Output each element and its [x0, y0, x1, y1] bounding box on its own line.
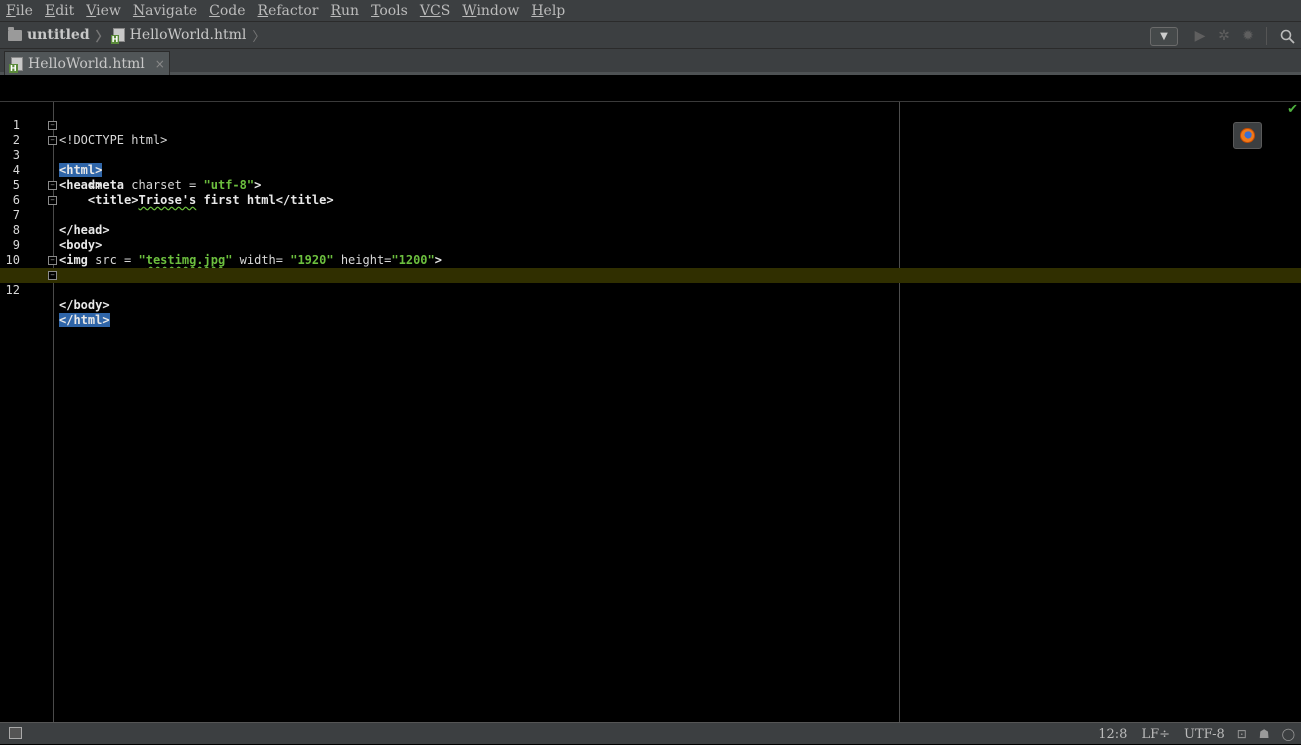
- code-line: 7 − <body>: [0, 193, 1301, 252]
- tool-windows-icon[interactable]: [9, 727, 22, 739]
- editor-header-area: [0, 78, 1301, 101]
- html-close-tag: </html>: [59, 313, 110, 327]
- fold-icon[interactable]: −: [48, 196, 57, 205]
- code-line: 11 − </body>: [0, 253, 1301, 312]
- menu-window[interactable]: Window: [462, 3, 519, 19]
- menu-code[interactable]: Code: [209, 3, 245, 19]
- firefox-icon: [1240, 128, 1255, 143]
- code-text: </html>: [59, 313, 110, 328]
- menu-edit[interactable]: Edit: [45, 3, 74, 19]
- breadcrumb-separator: 〉: [95, 29, 109, 45]
- fold-icon[interactable]: −: [48, 181, 57, 190]
- html-file-icon: [9, 56, 23, 73]
- run-toolbar: ▼ ▶ ✲ ✹: [1150, 25, 1297, 47]
- status-bar: 12:8 LF÷ UTF-8 ⊡ ☗ ◯: [0, 722, 1301, 744]
- coverage-icon[interactable]: ✹: [1238, 26, 1258, 46]
- menu-run[interactable]: Run: [330, 3, 359, 19]
- inspector-icon[interactable]: ☗: [1259, 727, 1270, 741]
- close-icon[interactable]: ×: [155, 57, 165, 71]
- file-encoding[interactable]: UTF-8: [1184, 727, 1225, 742]
- menu-view[interactable]: View: [86, 3, 121, 19]
- toolbar-divider: [1266, 27, 1267, 45]
- run-icon[interactable]: ▶: [1190, 26, 1210, 46]
- menu-tools[interactable]: Tools: [371, 3, 408, 19]
- code-line: 1 <!DOCTYPE html>: [0, 103, 1301, 147]
- menu-vcs[interactable]: VCS: [420, 3, 450, 19]
- breadcrumb-separator: 〉: [252, 29, 266, 45]
- menu-navigate[interactable]: Navigate: [133, 3, 197, 19]
- caret-position[interactable]: 12:8: [1098, 727, 1127, 742]
- tab-helloworld-html[interactable]: HelloWorld.html ×: [4, 51, 170, 75]
- chevron-down-icon: ▼: [1160, 30, 1168, 42]
- code-text: </body>: [59, 298, 110, 313]
- menu-help[interactable]: Help: [531, 3, 565, 19]
- fold-icon[interactable]: −: [48, 136, 57, 145]
- line-number: 12: [5, 283, 20, 297]
- body-close-tag: </body>: [59, 298, 110, 312]
- editor-tab-bar: HelloWorld.html ×: [0, 49, 1301, 75]
- breadcrumb-file[interactable]: HelloWorld.html 〉: [110, 26, 270, 45]
- fold-icon[interactable]: −: [48, 121, 57, 130]
- code-line: 5 <title>Triose's first html</title>: [0, 163, 1301, 207]
- debug-icon[interactable]: ✲: [1214, 26, 1234, 46]
- breadcrumb-file-name: HelloWorld.html: [129, 27, 247, 43]
- tab-label: HelloWorld.html: [28, 55, 145, 72]
- check-icon[interactable]: ✔: [1287, 102, 1298, 117]
- line-separator[interactable]: LF÷: [1141, 727, 1170, 742]
- breadcrumb-project[interactable]: untitled 〉: [8, 26, 113, 45]
- html-file-icon: [110, 28, 125, 44]
- navigation-bar: untitled 〉 HelloWorld.html 〉: [0, 22, 1301, 49]
- code-editor[interactable]: 1 <!DOCTYPE html> 2 − <html> 3 − <head> …: [0, 102, 1301, 722]
- menu-file[interactable]: File: [6, 3, 33, 19]
- code-line: 4 <meta charset = "utf-8">: [0, 148, 1301, 192]
- open-in-browser-button[interactable]: [1233, 122, 1262, 149]
- code-line: 9 <img src = "testimg.jpg" width= "1920"…: [0, 223, 1301, 267]
- code-line: 6 − </head>: [0, 178, 1301, 237]
- lock-icon[interactable]: ⊡: [1237, 727, 1247, 741]
- fold-icon[interactable]: −: [48, 256, 57, 265]
- code-line: 8: [0, 208, 1301, 237]
- current-code-line: 12 − </html>: [0, 268, 1301, 327]
- folder-icon: [8, 26, 22, 41]
- menu-bar: File Edit View Navigate Code Refactor Ru…: [0, 0, 1301, 22]
- code-line: 10: [0, 238, 1301, 267]
- code-line: 2 − <html>: [0, 118, 1301, 177]
- run-configuration-dropdown[interactable]: ▼: [1150, 26, 1178, 46]
- event-log-icon[interactable]: ◯: [1282, 727, 1295, 741]
- status-bar-widgets: 12:8 LF÷ UTF-8 ⊡ ☗ ◯: [1084, 723, 1295, 745]
- search-icon[interactable]: [1277, 26, 1297, 46]
- menu-refactor[interactable]: Refactor: [258, 3, 319, 19]
- fold-icon[interactable]: −: [48, 271, 57, 280]
- code-line: 3 − <head>: [0, 133, 1301, 192]
- project-name: untitled: [27, 27, 90, 43]
